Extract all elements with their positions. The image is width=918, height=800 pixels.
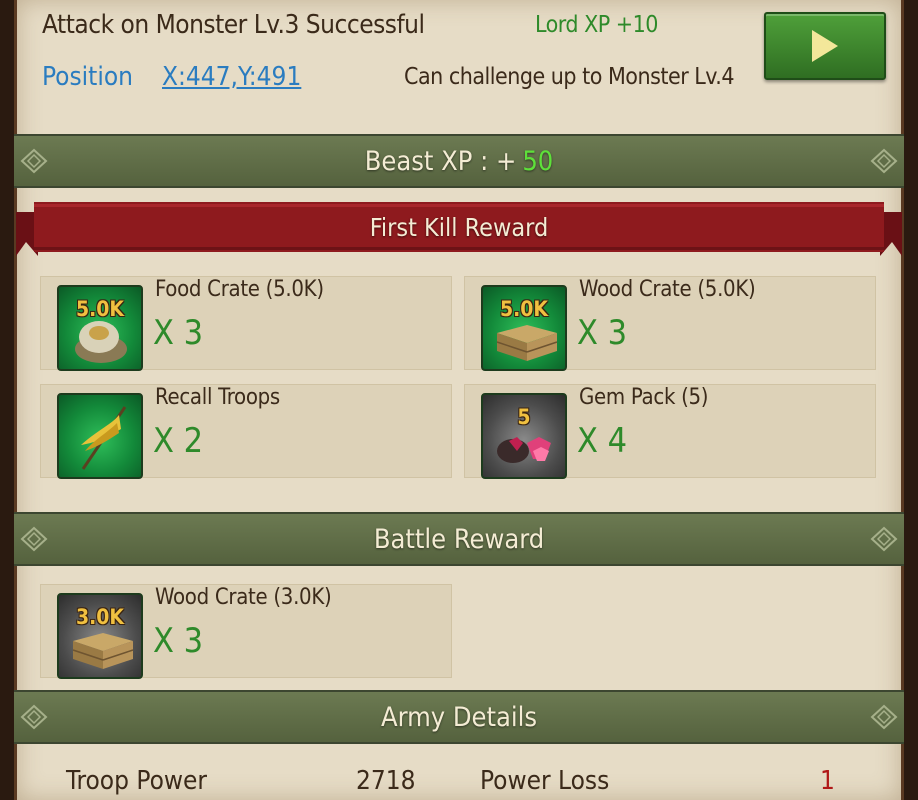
reward-card[interactable]: 3.0K Wood Crate (3.0K) X 3 bbox=[40, 584, 452, 679]
wood-crate-icon: 5.0K bbox=[481, 285, 567, 371]
ornament-left-icon bbox=[20, 148, 48, 174]
position-link[interactable]: X:447,Y:491 bbox=[162, 62, 301, 92]
play-icon bbox=[812, 30, 838, 62]
challenge-text: Can challenge up to Monster Lv.4 bbox=[404, 64, 735, 90]
ornament-right-icon bbox=[870, 704, 898, 730]
item-quantity-badge: 5.0K bbox=[499, 297, 549, 321]
item-count: X 2 bbox=[153, 421, 204, 461]
reward-card[interactable]: 5.0K Wood Crate (5.0K) X 3 bbox=[464, 276, 876, 371]
item-count: X 4 bbox=[577, 421, 628, 461]
beast-xp-label: Beast XP : + bbox=[364, 145, 517, 177]
item-quantity-badge: 5.0K bbox=[75, 297, 125, 321]
army-details-title: Army Details bbox=[380, 701, 538, 733]
troop-power-value: 2718 bbox=[356, 766, 416, 796]
reward-card[interactable]: 5.0K Food Crate (5.0K) X 3 bbox=[40, 276, 452, 371]
wood-crate-icon: 3.0K bbox=[57, 593, 143, 679]
beast-xp-value: 50 bbox=[522, 145, 554, 177]
troop-power-label: Troop Power bbox=[66, 766, 208, 796]
report-title: Attack on Monster Lv.3 Successful bbox=[42, 10, 425, 40]
first-kill-ribbon: First Kill Reward bbox=[16, 202, 902, 258]
play-button[interactable] bbox=[764, 12, 886, 80]
item-count: X 3 bbox=[153, 313, 204, 353]
item-name: Gem Pack (5) bbox=[579, 385, 709, 410]
food-crate-icon: 5.0K bbox=[57, 285, 143, 371]
item-name: Wood Crate (3.0K) bbox=[155, 585, 332, 610]
power-loss-label: Power Loss bbox=[480, 766, 610, 796]
ornament-left-icon bbox=[20, 704, 48, 730]
lord-xp-text: Lord XP +10 bbox=[535, 12, 658, 38]
first-kill-title: First Kill Reward bbox=[369, 212, 549, 242]
ornament-right-icon bbox=[870, 526, 898, 552]
item-quantity-badge: 5 bbox=[517, 405, 531, 429]
army-details-bar: Army Details bbox=[14, 690, 904, 744]
recall-flag-shape bbox=[81, 406, 127, 470]
recall-flag-icon bbox=[57, 393, 143, 479]
item-name: Recall Troops bbox=[155, 385, 280, 410]
ornament-right-icon bbox=[870, 148, 898, 174]
item-count: X 3 bbox=[153, 621, 204, 661]
item-quantity-badge: 3.0K bbox=[75, 605, 125, 629]
position-label: Position bbox=[42, 62, 133, 92]
reward-card[interactable]: Recall Troops X 2 bbox=[40, 384, 452, 479]
power-loss-value: 1 bbox=[820, 766, 835, 796]
beast-xp-bar: Beast XP : + 50 bbox=[14, 134, 904, 188]
item-count: X 3 bbox=[577, 313, 628, 353]
reward-card[interactable]: 5 Gem Pack (5) X 4 bbox=[464, 384, 876, 479]
item-name: Food Crate (5.0K) bbox=[155, 277, 324, 302]
battle-reward-title: Battle Reward bbox=[373, 523, 545, 555]
ornament-left-icon bbox=[20, 526, 48, 552]
item-name: Wood Crate (5.0K) bbox=[579, 277, 756, 302]
gem-pack-icon: 5 bbox=[481, 393, 567, 479]
battle-reward-bar: Battle Reward bbox=[14, 512, 904, 566]
